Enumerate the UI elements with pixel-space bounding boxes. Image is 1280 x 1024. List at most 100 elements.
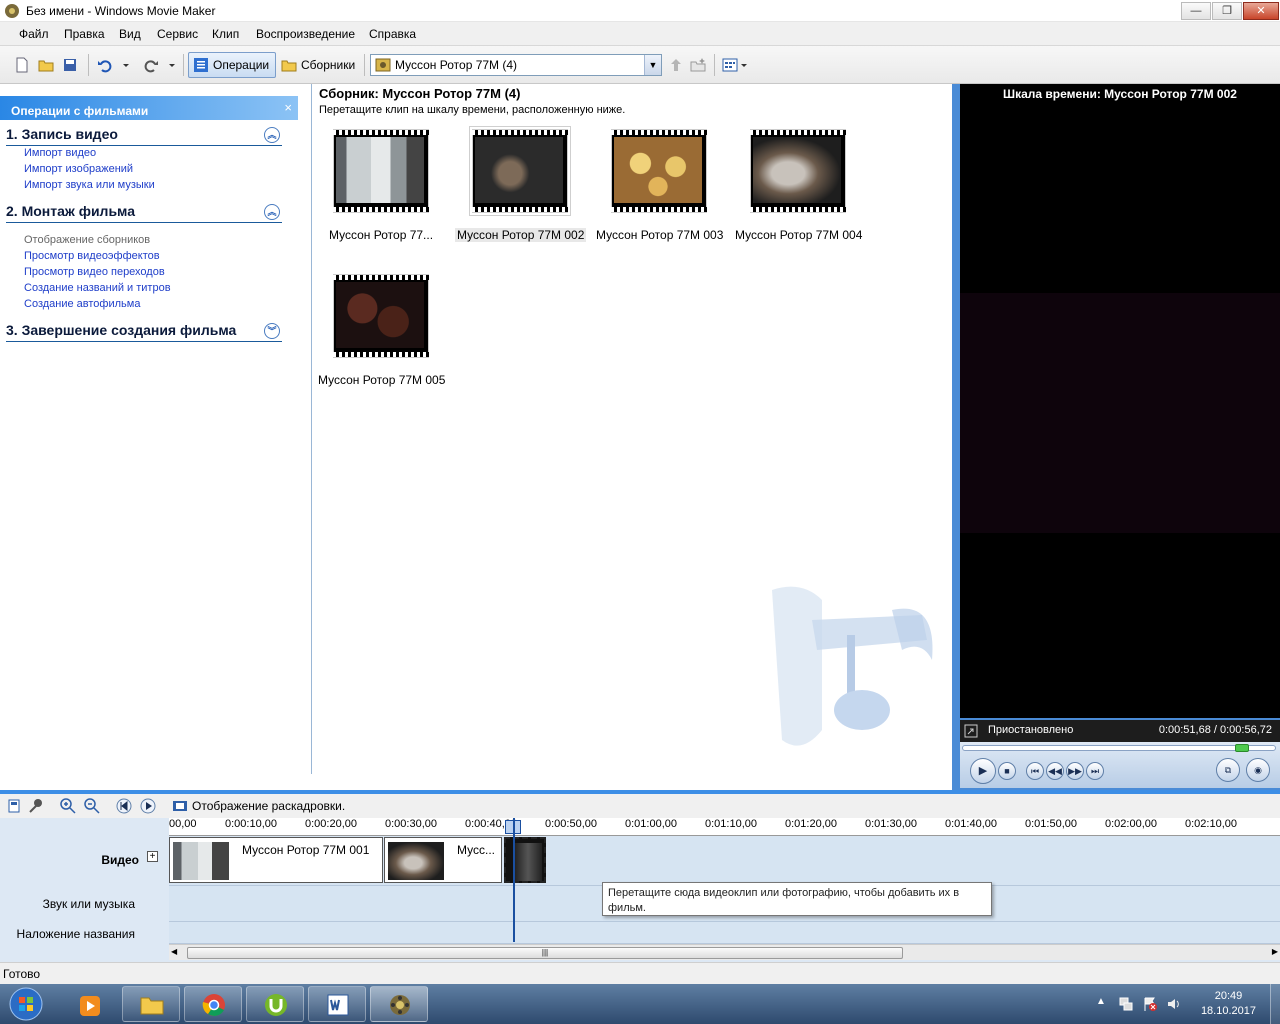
menu-help[interactable]: Справка xyxy=(369,27,416,41)
menu-file[interactable]: Файл xyxy=(19,27,49,41)
narrate-microphone-icon[interactable] xyxy=(28,798,44,814)
save-project-icon[interactable] xyxy=(62,57,78,73)
action-center-flag-icon[interactable] xyxy=(1142,996,1158,1012)
taskbar-utorrent[interactable] xyxy=(246,986,304,1022)
undo-icon[interactable] xyxy=(97,57,113,73)
timeline-clip-selected[interactable] xyxy=(504,837,546,883)
menu-tools[interactable]: Сервис xyxy=(157,27,198,41)
playback-time: 0:00:51,68 / 0:00:56,72 xyxy=(1158,724,1272,736)
ruler-tick: 0:00:10,00 xyxy=(225,818,277,830)
time-ruler[interactable]: 00,00 0:00:10,00 0:00:20,00 0:00:30,00 0… xyxy=(169,818,1280,836)
clip-name: Муссон Ротор 77М 005 xyxy=(318,373,446,387)
collection-select[interactable]: Муссон Ротор 77М (4) ▼ xyxy=(370,54,662,76)
view-dropdown-icon[interactable] xyxy=(739,57,749,73)
film-strip-icon[interactable] xyxy=(172,798,188,814)
menu-clip[interactable]: Клип xyxy=(212,27,239,41)
storyboard-icon[interactable] xyxy=(6,798,22,814)
system-clock[interactable]: 20:49 18.10.2017 xyxy=(1201,989,1256,1019)
operations-button[interactable]: Операции xyxy=(188,52,277,78)
up-level-icon[interactable] xyxy=(668,57,684,73)
timeline-clip-001[interactable]: Муссон Ротор 77М 001 xyxy=(169,837,383,883)
link-view-transitions[interactable]: Просмотр видео переходов xyxy=(24,266,165,278)
play-button[interactable]: ▶ xyxy=(970,758,996,784)
playhead[interactable] xyxy=(513,818,515,942)
previous-frame-button[interactable]: ⏮ xyxy=(1026,762,1044,780)
link-make-titles[interactable]: Создание названий и титров xyxy=(24,282,171,294)
zoom-out-icon[interactable] xyxy=(84,798,100,814)
clip-name: Муссон Ротор 77М 004 xyxy=(735,228,863,242)
expand-icon[interactable]: ︾ xyxy=(264,323,280,339)
seek-bar[interactable] xyxy=(962,744,1276,752)
redo-icon[interactable] xyxy=(143,57,159,73)
ruler-tick: 0:01:10,00 xyxy=(705,818,757,830)
close-icon[interactable]: × xyxy=(284,100,292,115)
section-capture-video[interactable]: 1. Запись видео ︽ xyxy=(6,126,282,146)
play-timeline-icon[interactable] xyxy=(140,798,156,814)
section-edit-movie[interactable]: 2. Монтаж фильма ︽ xyxy=(6,203,282,223)
collapse-icon[interactable]: ︽ xyxy=(264,204,280,220)
scroll-right-icon[interactable]: ▶ xyxy=(1272,947,1278,956)
show-hidden-icons-icon[interactable]: ▲ xyxy=(1096,996,1106,1007)
title-overlay-track[interactable] xyxy=(169,922,1280,944)
rewind-timeline-icon[interactable] xyxy=(116,798,132,814)
new-collection-icon[interactable] xyxy=(690,57,706,73)
ruler-tick: 0:01:20,00 xyxy=(785,818,837,830)
collapse-icon[interactable]: ︽ xyxy=(264,127,280,143)
minimize-button[interactable]: — xyxy=(1181,2,1211,20)
show-storyboard-button[interactable]: Отображение раскадровки. xyxy=(192,799,345,813)
taskbar-explorer[interactable] xyxy=(122,986,180,1022)
close-button[interactable]: ✕ xyxy=(1243,2,1279,20)
link-automovie[interactable]: Создание автофильма xyxy=(24,298,140,310)
taskbar-word[interactable] xyxy=(308,986,366,1022)
link-view-effects[interactable]: Просмотр видеоэффектов xyxy=(24,250,160,262)
collection-clip-005[interactable] xyxy=(333,274,429,358)
zoom-in-icon[interactable] xyxy=(60,798,76,814)
redo-dropdown-icon[interactable] xyxy=(167,57,177,73)
expand-video-track-icon[interactable]: + xyxy=(147,851,158,862)
start-button-icon[interactable] xyxy=(6,986,46,1022)
fullscreen-icon[interactable] xyxy=(964,724,978,738)
undo-dropdown-icon[interactable] xyxy=(121,57,131,73)
section-title: 3. Завершение создания фильма xyxy=(6,322,237,338)
chevron-down-icon[interactable]: ▼ xyxy=(644,55,661,75)
camera-snapshot-icon[interactable]: ◉ xyxy=(1246,758,1270,782)
taskbar-media-player[interactable] xyxy=(60,986,118,1022)
scroll-left-icon[interactable]: ◀ xyxy=(171,947,177,956)
split-clip-button[interactable]: ⧉ xyxy=(1216,758,1240,782)
collections-button[interactable]: Сборники xyxy=(276,52,362,78)
collection-clip-001[interactable] xyxy=(333,129,429,213)
next-frame-button[interactable]: ⏭ xyxy=(1086,762,1104,780)
ruler-tick: 0:00:20,00 xyxy=(305,818,357,830)
menu-edit[interactable]: Правка xyxy=(64,27,105,41)
open-project-icon[interactable] xyxy=(38,57,54,73)
toolbar-separator xyxy=(88,54,89,76)
collection-clip-004[interactable] xyxy=(750,129,846,213)
collection-clip-003[interactable] xyxy=(611,129,707,213)
stop-button[interactable]: ■ xyxy=(998,762,1016,780)
timeline-scrollbar[interactable]: ◀ ||| ▶ xyxy=(169,944,1280,960)
section-finish-movie[interactable]: 3. Завершение создания фильма ︾ xyxy=(6,322,282,342)
film-perforation xyxy=(333,207,429,212)
show-desktop-button[interactable] xyxy=(1270,984,1280,1024)
clip-name: Муссон Ротор 77М 001 xyxy=(242,843,370,857)
menu-view[interactable]: Вид xyxy=(119,27,141,41)
link-import-video[interactable]: Импорт видео xyxy=(24,147,96,159)
link-show-collections[interactable]: Отображение сборников xyxy=(24,234,150,246)
timeline-clip-002[interactable]: Мусс... xyxy=(384,837,502,883)
new-project-icon[interactable] xyxy=(14,57,30,73)
menu-playback[interactable]: Воспроизведение xyxy=(256,27,355,41)
video-track-label: Видео xyxy=(101,853,139,867)
fast-forward-button[interactable]: ▶▶ xyxy=(1066,762,1084,780)
collection-clip-002[interactable] xyxy=(469,126,571,216)
rewind-button[interactable]: ◀◀ xyxy=(1046,762,1064,780)
maximize-button[interactable]: ❐ xyxy=(1212,2,1242,20)
scrollbar-thumb[interactable]: ||| xyxy=(187,947,903,959)
seek-thumb[interactable] xyxy=(1235,744,1249,752)
view-thumbnails-icon[interactable] xyxy=(722,57,738,73)
volume-icon[interactable] xyxy=(1166,996,1182,1012)
network-icon[interactable] xyxy=(1118,996,1134,1012)
link-import-audio[interactable]: Импорт звука или музыки xyxy=(24,179,155,191)
taskbar-movie-maker[interactable] xyxy=(370,986,428,1022)
link-import-images[interactable]: Импорт изображений xyxy=(24,163,133,175)
taskbar-chrome[interactable] xyxy=(184,986,242,1022)
